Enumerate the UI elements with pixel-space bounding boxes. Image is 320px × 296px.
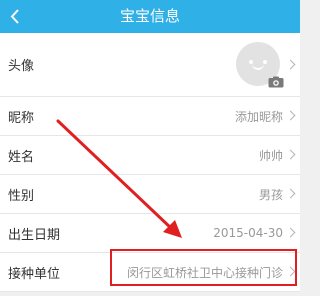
clinic-label: 接种单位 <box>8 266 61 282</box>
avatar-label: 头像 <box>8 59 35 74</box>
name-value: 帅帅 <box>258 148 283 163</box>
chevron-right-icon <box>285 188 296 199</box>
chevron-right-icon <box>285 227 296 238</box>
avatar[interactable] <box>236 42 284 88</box>
chevron-right-icon <box>285 110 296 121</box>
nickname-label: 昵称 <box>8 110 35 126</box>
gender-label: 性别 <box>8 188 35 204</box>
gender-value: 男孩 <box>258 187 283 202</box>
nickname-row[interactable]: 昵称 添加昵称 <box>0 97 300 136</box>
title-bar: 宝宝信息 <box>0 0 300 33</box>
camera-icon <box>268 76 284 88</box>
gender-row[interactable]: 性别 男孩 <box>0 175 300 214</box>
annotation-highlight-box <box>110 249 297 286</box>
birthdate-label: 出生日期 <box>8 227 61 243</box>
nickname-value: 添加昵称 <box>234 109 283 124</box>
name-row[interactable]: 姓名 帅帅 <box>0 136 300 175</box>
baby-info-screen: 宝宝信息 头像 昵称 添加昵称 姓名 帅帅 性别 男孩 出生日期 2015-04… <box>0 0 300 296</box>
chevron-right-icon <box>285 149 296 160</box>
birthdate-row[interactable]: 出生日期 2015-04-30 <box>0 214 300 253</box>
avatar-row[interactable]: 头像 <box>0 33 300 97</box>
avatar-mouth <box>252 64 264 70</box>
name-label: 姓名 <box>8 149 35 165</box>
chevron-right-icon <box>285 59 296 69</box>
page-title: 宝宝信息 <box>119 7 180 25</box>
birthdate-value: 2015-04-30 <box>213 226 283 240</box>
